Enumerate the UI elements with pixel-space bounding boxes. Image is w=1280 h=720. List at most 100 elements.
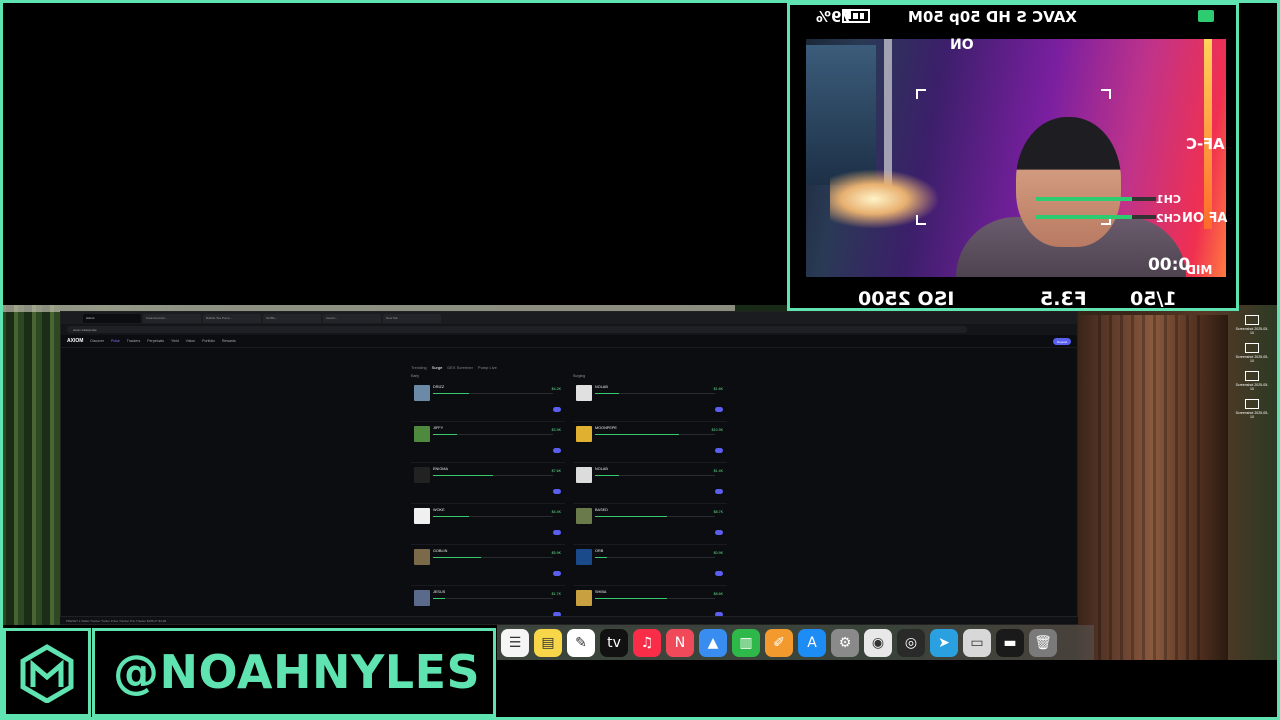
token-card[interactable]: NOLAB $1.4K bbox=[573, 463, 727, 504]
nav-link-perpetuals[interactable]: Perpetuals bbox=[147, 339, 164, 343]
bonding-progress bbox=[595, 516, 715, 517]
face-af-status: AF ON bbox=[1182, 211, 1228, 226]
token-card[interactable]: JIFFY $3.9K bbox=[411, 422, 565, 463]
pages-icon[interactable]: ✐ bbox=[765, 628, 793, 657]
freeform-icon[interactable]: ✎ bbox=[567, 628, 595, 657]
quick-buy-button[interactable] bbox=[553, 489, 561, 494]
app-store-icon[interactable]: A bbox=[798, 628, 826, 657]
downloads-icon[interactable]: ▭ bbox=[963, 628, 991, 657]
nav-link-pulse[interactable]: Pulse bbox=[111, 339, 120, 343]
token-name: WOKE bbox=[433, 508, 445, 512]
token-name: NOLAB bbox=[595, 467, 608, 471]
browser-window: Axiom Ketamine/coin... Bubble Tea Pump... 0… bbox=[60, 311, 1078, 627]
token-name: MOONPEPE bbox=[595, 426, 617, 430]
quick-buy-button[interactable] bbox=[715, 407, 723, 412]
token-card[interactable]: WOKE $4.4K bbox=[411, 504, 565, 545]
nm-logo-icon bbox=[20, 643, 74, 703]
telegram-icon[interactable]: ➤ bbox=[930, 628, 958, 657]
desktop-file-label: Screenshot 2025-05-10 bbox=[1235, 327, 1269, 335]
token-card[interactable]: NOLAB $1.6K bbox=[573, 381, 727, 422]
column-title: Early bbox=[411, 374, 419, 378]
window bbox=[806, 45, 876, 185]
shutter-speed: 1/50 bbox=[1130, 288, 1177, 310]
bonding-progress bbox=[433, 393, 553, 394]
token-market-cap: $4.2K bbox=[551, 387, 561, 391]
nav-link-rewards[interactable]: Rewards bbox=[222, 339, 236, 343]
deposit-button[interactable]: Deposit bbox=[1053, 337, 1071, 345]
token-name: NOLAB bbox=[595, 385, 608, 389]
quick-buy-button[interactable] bbox=[553, 407, 561, 412]
nav-link-trackers[interactable]: Trackers bbox=[127, 339, 140, 343]
trash-icon[interactable]: 🗑 bbox=[1029, 628, 1057, 657]
tv-icon[interactable]: tv bbox=[600, 628, 628, 657]
tab-bar: Axiom Ketamine/coin... Bubble Tea Pump... 0… bbox=[61, 312, 1077, 324]
browser-tab[interactable]: Ketamine/coin... bbox=[143, 313, 201, 323]
browser-tab[interactable]: Axiom bbox=[83, 313, 141, 323]
token-market-cap: $8.6K bbox=[713, 592, 723, 596]
news-icon[interactable]: N bbox=[666, 628, 694, 657]
system-settings-icon[interactable]: ⚙ bbox=[831, 628, 859, 657]
audio-meter-ch2 bbox=[1036, 215, 1156, 219]
quick-buy-button[interactable] bbox=[715, 571, 723, 576]
bonding-progress-fill bbox=[595, 393, 619, 394]
empty-scene-area bbox=[3, 3, 785, 303]
browser-tab[interactable]: New Tab bbox=[383, 313, 441, 323]
screenshot-file-icon bbox=[1245, 315, 1259, 325]
bonding-progress bbox=[433, 598, 553, 599]
pulse-tab[interactable]: Pump Live bbox=[478, 365, 497, 370]
browser-tab[interactable]: Bubble Tea Pump... bbox=[203, 313, 261, 323]
browser-tab[interactable]: Ascent... bbox=[323, 313, 381, 323]
token-card[interactable]: BASED $8.7K bbox=[573, 504, 727, 545]
token-card[interactable]: GOBLIN $5.9K bbox=[411, 545, 565, 586]
token-name: GOBLIN bbox=[433, 549, 448, 553]
activity-monitor-icon[interactable]: ◎ bbox=[897, 628, 925, 657]
token-thumbnail bbox=[414, 467, 430, 483]
screenshot-file-icon bbox=[1245, 399, 1259, 409]
token-thumbnail bbox=[576, 549, 592, 565]
desktop-file-icon[interactable]: Screenshot 2025-05-10 bbox=[1234, 371, 1270, 399]
notes-icon[interactable]: ▤ bbox=[534, 628, 562, 657]
pulse-tab[interactable]: Trending bbox=[411, 365, 427, 370]
screenshot-file-icon bbox=[1245, 343, 1259, 353]
focus-bracket-bl bbox=[916, 215, 926, 225]
channel-logo bbox=[3, 628, 91, 717]
token-card[interactable]: DRIZZ $4.2K bbox=[411, 381, 565, 422]
token-thumbnail bbox=[576, 467, 592, 483]
bonding-progress bbox=[433, 516, 553, 517]
quick-buy-button[interactable] bbox=[715, 448, 723, 453]
token-thumbnail bbox=[414, 508, 430, 524]
browser-tab[interactable]: 0x4f5e... bbox=[263, 313, 321, 323]
token-name: ORB bbox=[595, 549, 604, 553]
focus-bracket-tl bbox=[916, 89, 926, 99]
column-title: Surging bbox=[573, 374, 586, 378]
nav-link-portfolio[interactable]: Portfolio bbox=[202, 339, 215, 343]
quick-buy-button[interactable] bbox=[715, 489, 723, 494]
quick-buy-button[interactable] bbox=[553, 571, 561, 576]
keynote-icon[interactable]: ▲ bbox=[699, 628, 727, 657]
desktop-file-icon[interactable]: Screenshot 2025-05-10 bbox=[1234, 343, 1270, 371]
pulse-tab[interactable]: DEX Screener bbox=[447, 365, 473, 370]
audio-ch1-label: CH1 bbox=[1156, 193, 1181, 206]
nav-link-yield[interactable]: Yield bbox=[171, 339, 179, 343]
quick-buy-button[interactable] bbox=[553, 530, 561, 535]
nav-link-discover[interactable]: Discover bbox=[90, 339, 104, 343]
window-icon[interactable]: ▬ bbox=[996, 628, 1024, 657]
numbers-icon[interactable]: ▥ bbox=[732, 628, 760, 657]
quick-buy-button[interactable] bbox=[553, 448, 561, 453]
site-logo[interactable]: AXIOM bbox=[67, 338, 83, 344]
token-card[interactable]: ORB $0.9K bbox=[573, 545, 727, 586]
token-market-cap: $10.9K bbox=[711, 428, 723, 432]
token-card[interactable]: MOONPEPE $10.9K bbox=[573, 422, 727, 463]
quick-buy-button[interactable] bbox=[715, 530, 723, 535]
pulse-column: Early DRIZZ $4.2K JIFFY $3.9K ENIGMA $7.6K WOKE… bbox=[411, 372, 565, 627]
pulse-tab[interactable]: Surge bbox=[432, 365, 443, 370]
address-input[interactable]: axiom.trade/pulse bbox=[67, 326, 967, 333]
token-card[interactable]: ENIGMA $7.6K bbox=[411, 463, 565, 504]
desktop-file-icon[interactable]: Screenshot 2025-05-10 bbox=[1234, 315, 1270, 343]
chrome-icon[interactable]: ◉ bbox=[864, 628, 892, 657]
desktop-file-icon[interactable]: Screenshot 2025-05-10 bbox=[1234, 399, 1270, 427]
nav-link-vision[interactable]: Vision bbox=[186, 339, 195, 343]
reminders-icon[interactable]: ☰ bbox=[501, 628, 529, 657]
music-icon[interactable]: ♫ bbox=[633, 628, 661, 657]
token-market-cap: $7.6K bbox=[551, 469, 561, 473]
